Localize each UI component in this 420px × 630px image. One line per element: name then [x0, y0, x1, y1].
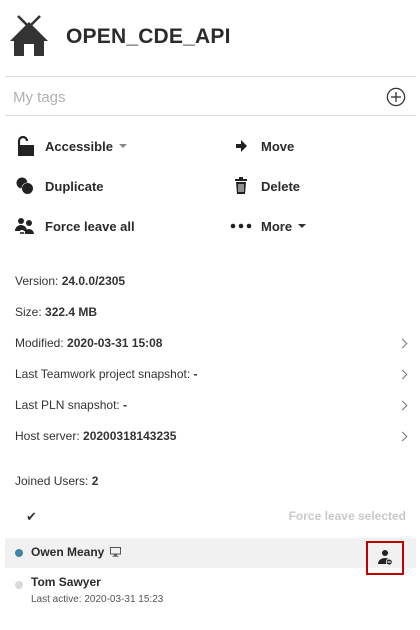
- duplicate-button[interactable]: Duplicate: [14, 174, 104, 198]
- user-name: Owen Meany: [31, 545, 122, 559]
- joined-users-label: Joined Users:: [15, 474, 89, 488]
- chevron-right-icon: [397, 369, 408, 380]
- chevron-right-icon: [397, 400, 408, 411]
- offline-status-dot: [15, 581, 23, 589]
- force-leave-all-button[interactable]: Force leave all: [14, 214, 135, 238]
- trash-icon: [230, 175, 252, 197]
- more-label: More: [261, 218, 293, 234]
- user-leave-icon: [378, 550, 393, 566]
- monitor-icon: [110, 547, 122, 557]
- teamwork-snapshot-label: Last Teamwork project snapshot:: [15, 367, 191, 381]
- pln-snapshot-row[interactable]: Last PLN snapshot: -: [15, 398, 410, 418]
- selection-bar: ✔ Force leave selected: [5, 505, 416, 531]
- host-server-row[interactable]: Host server: 20200318143235: [15, 429, 410, 449]
- user-row-owen-meany[interactable]: Owen Meany: [5, 538, 416, 575]
- modified-row[interactable]: Modified: 2020-03-31 15:08: [15, 336, 410, 356]
- chevron-down-icon: [118, 144, 127, 148]
- online-status-dot: [15, 549, 23, 557]
- chevron-right-icon: [397, 338, 408, 349]
- host-server-label: Host server:: [15, 429, 80, 443]
- more-button[interactable]: More: [230, 214, 307, 238]
- move-label: Move: [261, 138, 295, 154]
- size-row: Size: 322.4 MB: [15, 305, 410, 325]
- more-dots-icon: [230, 215, 252, 237]
- move-button[interactable]: Move: [230, 134, 294, 158]
- host-server-value: 20200318143235: [83, 429, 177, 443]
- force-leave-all-label: Force leave all: [45, 218, 135, 234]
- project-title: OPEN_CDE_API: [66, 25, 231, 48]
- duplicate-label: Duplicate: [45, 178, 104, 194]
- size-label: Size:: [15, 305, 42, 319]
- pln-snapshot-value: -: [123, 398, 128, 412]
- last-active-text: Last active: 2020-03-31 15:23: [31, 594, 164, 605]
- modified-label: Modified:: [15, 336, 64, 350]
- force-leave-selected-button[interactable]: Force leave selected: [289, 509, 406, 523]
- tags-field[interactable]: My tags: [5, 76, 416, 116]
- joined-users-heading: Joined Users: 2: [15, 474, 98, 488]
- house-icon: [10, 15, 48, 56]
- teamwork-snapshot-value: -: [193, 367, 198, 381]
- tags-placeholder: My tags: [13, 89, 66, 106]
- chevron-down-icon: [298, 224, 307, 228]
- joined-users-count: 2: [91, 474, 99, 488]
- unlock-icon: [14, 135, 36, 157]
- delete-button[interactable]: Delete: [230, 174, 300, 198]
- pln-snapshot-label: Last PLN snapshot:: [15, 398, 120, 412]
- version-row: Version: 24.0.0/2305: [15, 274, 410, 294]
- user-name: Tom Sawyer: [31, 575, 101, 589]
- accessible-label: Accessible: [45, 138, 113, 154]
- select-all-checkbox[interactable]: ✔: [26, 509, 37, 525]
- arrow-right-icon: [230, 135, 252, 157]
- accessible-button[interactable]: Accessible: [14, 134, 127, 158]
- users-leave-icon: [14, 215, 36, 237]
- delete-label: Delete: [261, 178, 301, 194]
- chevron-right-icon: [397, 431, 408, 442]
- header: OPEN_CDE_API: [0, 0, 420, 76]
- user-row-tom-sawyer[interactable]: Tom Sawyer Last active: 2020-03-31 15:23: [5, 570, 416, 612]
- modified-value: 2020-03-31 15:08: [67, 336, 163, 350]
- version-value: 24.0.0/2305: [61, 274, 126, 288]
- add-tag-icon[interactable]: [386, 87, 406, 107]
- teamwork-snapshot-row[interactable]: Last Teamwork project snapshot: -: [15, 367, 410, 387]
- size-value: 322.4 MB: [45, 305, 98, 319]
- version-label: Version:: [15, 274, 59, 288]
- duplicate-icon: [14, 175, 36, 197]
- actions-panel: Accessible Move Duplicate Delete Force l…: [0, 126, 420, 246]
